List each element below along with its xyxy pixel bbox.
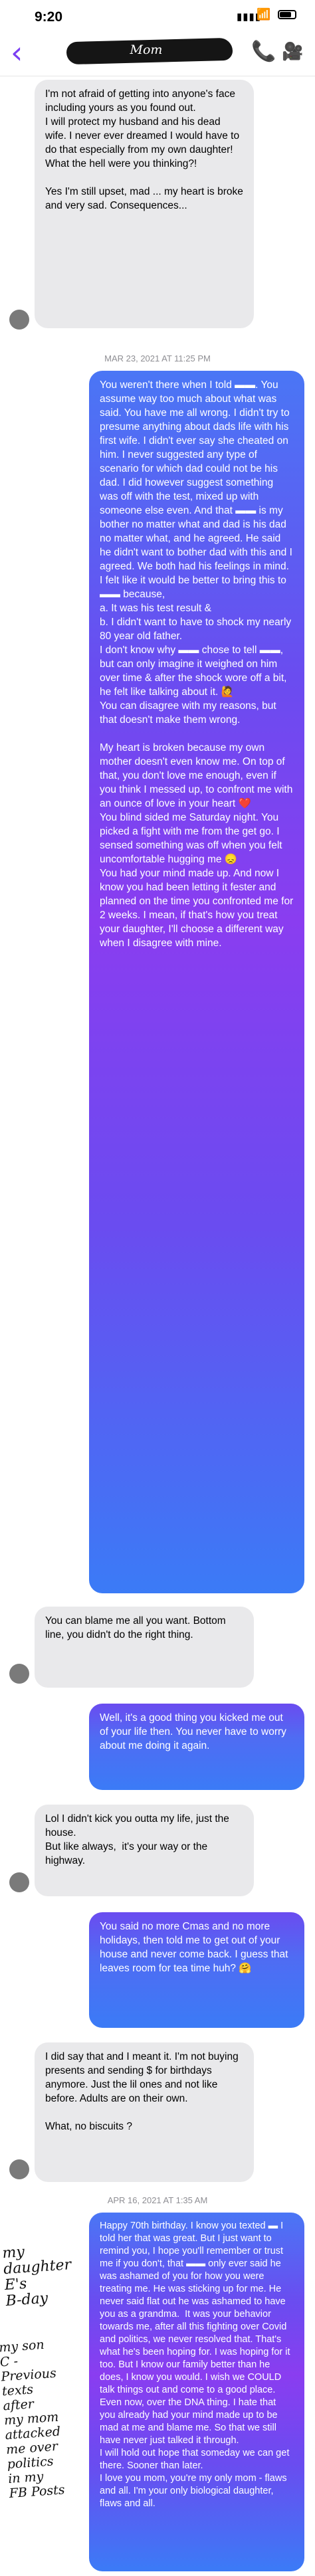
contact-avatar	[9, 1872, 29, 1892]
contact-avatar	[9, 1664, 29, 1684]
status-bar: 9:20 ▮▮▮▮ 📶	[0, 0, 315, 33]
video-call-icon[interactable]: 🎥	[282, 41, 303, 62]
status-time: 9:20	[35, 9, 63, 25]
contact-avatar	[9, 310, 29, 330]
message-incoming[interactable]: You can blame me all you want. Bottom li…	[35, 1607, 254, 1688]
message-incoming[interactable]: I'm not afraid of getting into anyone's …	[35, 80, 254, 328]
timestamp: APR 16, 2021 AT 1:35 AM	[107, 2195, 208, 2205]
conversation-header: ‹ Mom 📞 🎥	[0, 33, 315, 76]
message-outgoing[interactable]: You weren't there when I told ▬▬. You as…	[89, 371, 304, 1593]
message-incoming[interactable]: Lol I didn't kick you outta my life, jus…	[35, 1805, 254, 1896]
handwritten-annotation: my son C - Previous texts after my mom a…	[0, 2337, 66, 2502]
back-chevron-icon[interactable]: ‹	[11, 37, 23, 68]
message-outgoing[interactable]: You said no more Cmas and no more holida…	[89, 1912, 304, 2028]
message-outgoing[interactable]: Well, it's a good thing you kicked me ou…	[89, 1704, 304, 1790]
battery-icon	[278, 10, 296, 19]
message-outgoing[interactable]: Happy 70th birthday. I know you texted ▬…	[89, 2213, 304, 2571]
message-incoming[interactable]: I did say that and I meant it. I'm not b…	[35, 2042, 254, 2182]
phone-call-icon[interactable]: 📞	[251, 40, 276, 63]
timestamp: MAR 23, 2021 AT 11:25 PM	[104, 353, 211, 363]
contact-avatar	[9, 2159, 29, 2179]
wifi-icon: 📶	[257, 8, 271, 21]
handwritten-annotation: my daughter E's B-day	[1, 2243, 72, 2310]
contact-name[interactable]: Mom	[80, 43, 213, 57]
